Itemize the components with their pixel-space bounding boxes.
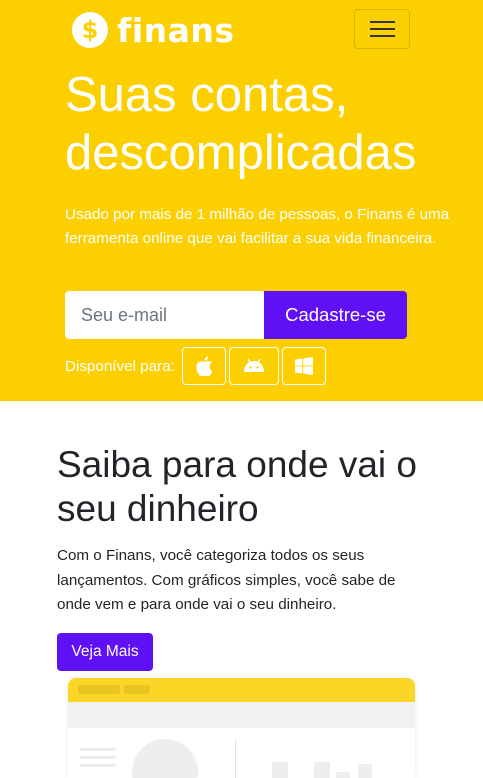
menu-toggle-button[interactable] bbox=[354, 9, 410, 49]
platforms-row: Disponível para: bbox=[65, 347, 326, 385]
hamburger-icon bbox=[370, 21, 395, 23]
navbar: $ finans bbox=[0, 0, 483, 58]
signup-button[interactable]: Cadastre-se bbox=[264, 291, 407, 339]
email-field[interactable] bbox=[65, 291, 264, 339]
signup-form: Cadastre-se bbox=[65, 291, 407, 339]
apple-button[interactable] bbox=[181, 347, 226, 385]
windows-icon bbox=[294, 357, 313, 375]
android-button[interactable] bbox=[228, 347, 279, 385]
windows-button[interactable] bbox=[281, 347, 326, 385]
hero-title: Suas contas, descomplicadas bbox=[65, 68, 417, 180]
available-label: Disponível para: bbox=[65, 357, 175, 375]
features-text: Com o Finans, você categoriza todos os s… bbox=[57, 547, 396, 613]
features-section: Saiba para onde vai o seu dinheiro Com o… bbox=[0, 401, 483, 778]
see-more-button[interactable]: Veja Mais bbox=[57, 633, 153, 671]
dollar-coin-icon: $ bbox=[72, 12, 108, 48]
hero-lead: Usado por mais de 1 milhão de pessoas, o… bbox=[65, 206, 450, 247]
features-title: Saiba para onde vai o seu dinheiro bbox=[57, 444, 417, 529]
brand-logo[interactable]: $ finans bbox=[72, 10, 235, 50]
hero-section: $ finans Suas contas, descomplicadas Usa… bbox=[0, 0, 483, 401]
brand-symbol: $ bbox=[81, 16, 99, 44]
brand-name: finans bbox=[117, 10, 235, 50]
apple-icon bbox=[196, 356, 213, 376]
android-icon bbox=[243, 358, 264, 372]
dashboard-preview-image bbox=[68, 678, 415, 778]
